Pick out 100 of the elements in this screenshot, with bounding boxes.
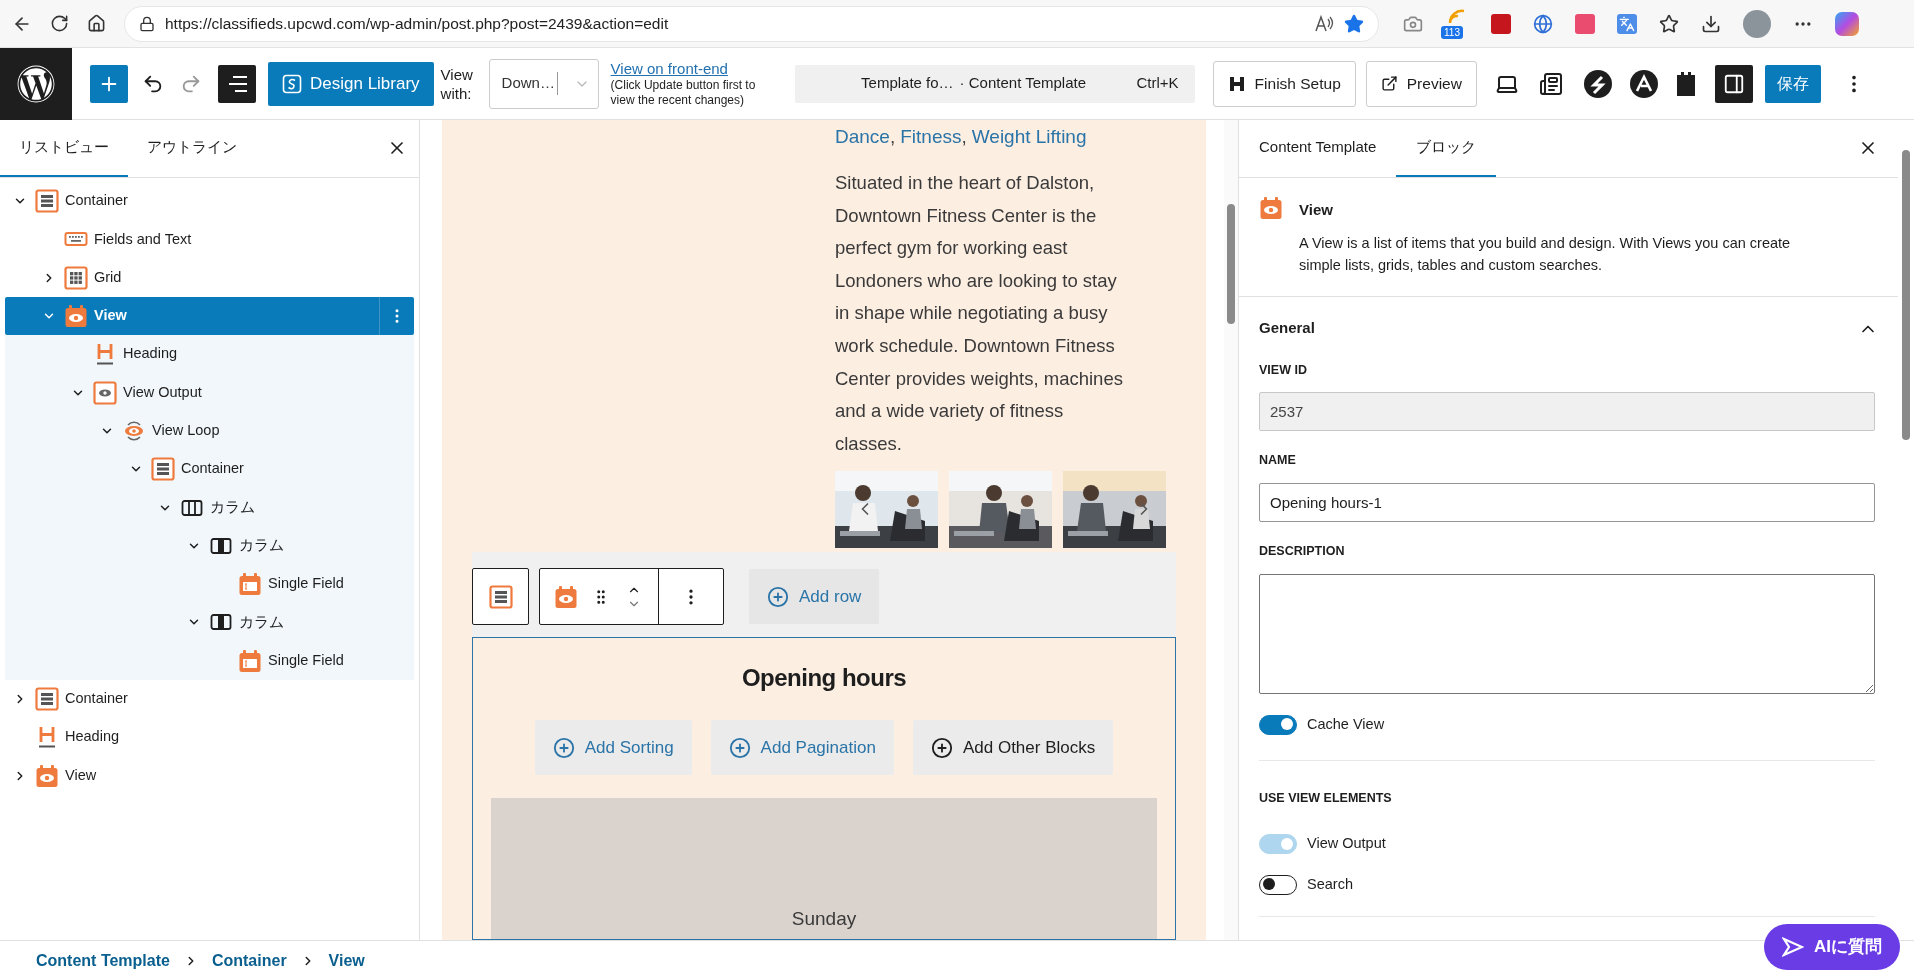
tree-item[interactable]: Grid (5, 258, 414, 297)
breadcrumb-link[interactable]: View (328, 948, 365, 973)
toggle-label: View Output (1307, 834, 1386, 854)
add-row-button[interactable]: Add row (749, 569, 880, 625)
view-block-icon (35, 763, 59, 788)
description-field[interactable] (1259, 573, 1875, 694)
download-icon[interactable] (1701, 13, 1721, 34)
tree-item-label: カラム (239, 535, 284, 555)
settings-panel-button[interactable] (1714, 64, 1753, 103)
tree-item[interactable]: Heading (5, 335, 414, 374)
tree-item[interactable]: Heading (5, 718, 414, 757)
tree-item[interactable]: View Output (5, 373, 414, 412)
view-heading: Opening hours (741, 663, 907, 694)
document-icon[interactable] (1538, 71, 1563, 96)
add-icon (552, 736, 575, 759)
field-label: VIEW ID (1259, 361, 1308, 379)
tree-item-label: カラム (239, 612, 284, 632)
tree-item-label: Single Field (268, 650, 344, 670)
reload-icon[interactable] (50, 14, 69, 33)
finish-setup-button[interactable]: Finish Setup (1212, 60, 1356, 107)
tree-item-label: Container (181, 459, 244, 479)
toggle-switch[interactable] (1259, 874, 1297, 895)
category-link[interactable]: Weight Lifting (971, 126, 1087, 147)
design-library-button[interactable]: Design Library (268, 61, 434, 106)
tree-item-label: Heading (65, 727, 119, 747)
setup-icon (1227, 74, 1246, 93)
home-icon[interactable] (87, 14, 106, 33)
block-title: View (1299, 200, 1334, 220)
sidebar-icon (1722, 72, 1745, 95)
bookmark-block-icon[interactable] (1674, 70, 1697, 97)
logo-icon[interactable] (0, 47, 72, 120)
container-block-icon (488, 584, 513, 609)
translate-icon[interactable] (1617, 13, 1637, 34)
scrollbar[interactable] (1224, 120, 1238, 940)
tree-item-label: カラム (210, 497, 255, 517)
ai-assistant-button[interactable]: AIに質問 (1764, 924, 1900, 970)
breadcrumb-link[interactable]: Content Template (36, 948, 170, 973)
tree-item[interactable]: カラム (5, 603, 414, 642)
tree-item[interactable]: カラム (5, 526, 414, 565)
toggle-label: Cache View (1307, 714, 1385, 734)
tree-item[interactable]: Single Field (5, 641, 414, 680)
favorite-star-icon[interactable] (1344, 13, 1364, 34)
add-element-button[interactable]: Add Pagination (710, 720, 894, 776)
section-header[interactable]: General (1259, 296, 1878, 361)
view-block-icon (1259, 196, 1283, 220)
container-block-icon (35, 189, 59, 214)
add-element-button[interactable]: Add Other Blocks (912, 720, 1114, 776)
plugin-circle-icon[interactable] (1582, 68, 1613, 99)
tree-item[interactable]: View Loop (5, 411, 414, 451)
view-with-dropdown[interactable]: Down… (488, 58, 599, 109)
field-label: DESCRIPTION (1259, 543, 1346, 560)
list-view-button[interactable] (218, 64, 256, 103)
panel-tab[interactable]: Content Template (1239, 119, 1397, 177)
breadcrumb-link[interactable]: Container (211, 948, 287, 973)
address-bar[interactable]: https://classifieds.upcwd.com/wp-admin/post.php?post=2439&action=edit (124, 5, 1379, 42)
globe-icon[interactable] (1533, 13, 1553, 34)
tree-item-label: Grid (94, 267, 122, 287)
tree-item-label: Single Field (268, 574, 344, 594)
tree-item[interactable]: View (5, 756, 414, 795)
day-label: Sunday (791, 906, 857, 931)
add-icon (728, 736, 751, 759)
panel-tab[interactable]: リストビュー (0, 119, 128, 177)
avatar[interactable] (1743, 9, 1771, 38)
add-block-button[interactable] (90, 64, 128, 103)
tree-item[interactable]: Container (5, 450, 414, 489)
panel-tab[interactable]: ブロック (1396, 119, 1497, 177)
pdf-extension-icon[interactable] (1491, 13, 1511, 34)
category-link[interactable]: Dance (835, 126, 890, 147)
field-label: NAME (1259, 452, 1297, 470)
tree-item[interactable]: カラム (5, 488, 414, 527)
tree-item[interactable]: Fields and Text (5, 220, 414, 259)
toggle-switch[interactable] (1259, 714, 1297, 735)
favorites-icon[interactable] (1659, 13, 1679, 34)
extension-icon[interactable] (1575, 13, 1595, 34)
container-block-icon (151, 457, 175, 482)
add-element-button[interactable]: Add Sorting (534, 720, 692, 776)
category-link[interactable]: Fitness (900, 126, 962, 147)
eye-block-icon (93, 380, 117, 405)
container-select-button[interactable] (472, 568, 529, 626)
front-end-note: (Click Update button first to view the recent changes) (610, 77, 757, 108)
tree-item-label: Container (65, 689, 128, 709)
tree-item-label: View Output (123, 382, 202, 402)
separator: , (961, 126, 967, 147)
field-block-icon (238, 648, 262, 673)
command-bar[interactable]: Template fo… · Content Template Ctrl+K (794, 64, 1195, 103)
separator: , (889, 126, 896, 147)
panel-tab[interactable]: アウトライン (128, 119, 256, 177)
preview-button[interactable]: Preview (1365, 60, 1477, 107)
save-button[interactable]: 保存 (1764, 64, 1821, 103)
text-field[interactable]: Opening hours-1 (1259, 483, 1875, 522)
tree-item[interactable]: Container (5, 679, 414, 719)
tree-item[interactable]: Single Field (5, 564, 414, 604)
tree-item-label: View Loop (152, 421, 220, 441)
copilot-icon[interactable] (1835, 11, 1859, 36)
read-aloud-icon[interactable] (1314, 14, 1334, 33)
add-icon (767, 585, 789, 608)
front-end-link[interactable]: View on front-end (610, 59, 783, 78)
tree-item[interactable]: Container (5, 182, 414, 221)
description-paragraph: Situated in the heart of Dalston, Downtown Fitness Center is the perfect gym for working east Londoners who are looking to stay in shape while negotiating a busy work schedule. Downtown Fitness Center provides weights, machines and a wide variety of fitness classes. (835, 171, 1124, 456)
toggle-label: Search (1307, 875, 1353, 894)
